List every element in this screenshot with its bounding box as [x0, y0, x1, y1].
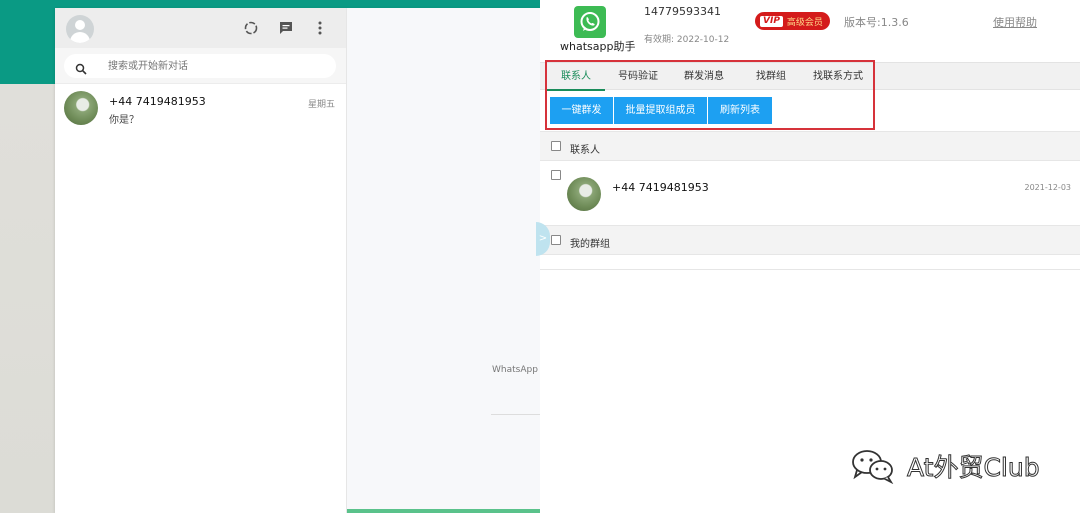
contact-date: 2021-12-03 — [1024, 183, 1072, 192]
account-phone: 14779593341 — [644, 5, 721, 18]
help-link[interactable]: 使用帮助 — [993, 14, 1037, 30]
chat-list-panel: +44 7419481953 你是？ 星期五 — [55, 8, 347, 513]
vip-badge: VIP 高级会员 — [755, 12, 830, 30]
version-label: 版本号:1.3.6 — [844, 16, 909, 29]
whatsapp-logo-icon — [574, 6, 606, 38]
tab-number-verify[interactable]: 号码验证 — [612, 63, 664, 90]
chat-list-header — [55, 8, 346, 48]
groups-section-label: 我的群组 — [570, 239, 610, 250]
watermark-text: At外贸Club — [907, 453, 1041, 483]
vip-label: 高级会员 — [786, 17, 823, 28]
contact-checkbox[interactable] — [551, 170, 561, 180]
select-all-contacts-checkbox[interactable] — [551, 141, 561, 151]
app-name: whatsapp助手 — [560, 40, 636, 53]
tab-bulk-message[interactable]: 群发消息 — [678, 63, 730, 90]
contact-name: +44 7419481953 — [612, 181, 709, 194]
refresh-list-button[interactable]: 刷新列表 — [708, 97, 772, 124]
search-input[interactable] — [64, 54, 336, 78]
chat-list-item[interactable]: +44 7419481953 你是？ 星期五 — [55, 88, 346, 136]
extract-members-button[interactable]: 批量提取组成员 — [614, 97, 707, 124]
divider — [491, 414, 540, 415]
search-bar — [55, 48, 346, 84]
contact-avatar — [64, 91, 98, 125]
status-icon[interactable] — [243, 20, 259, 36]
new-chat-icon[interactable] — [278, 20, 294, 36]
tab-find-contacts[interactable]: 找联系方式 — [810, 63, 866, 90]
tab-contacts[interactable]: 联系人 — [547, 63, 605, 91]
contacts-section-header: 联系人 — [540, 131, 1080, 161]
tab-bar: 联系人 号码验证 群发消息 找群组 找联系方式 — [540, 62, 1080, 91]
search-icon — [75, 60, 87, 75]
tab-find-groups[interactable]: 找群组 — [747, 63, 795, 90]
watermark: At外贸Club — [851, 446, 1051, 486]
whatsapp-web-window: +44 7419481953 你是？ 星期五 WhatsApp — [55, 8, 540, 513]
vip-tag: VIP — [760, 15, 783, 27]
bulk-send-button[interactable]: 一键群发 — [550, 97, 613, 124]
intro-text: WhatsApp — [492, 365, 538, 375]
list-divider — [540, 269, 1080, 270]
chat-time: 星期五 — [307, 100, 335, 110]
valid-until: 有效期: 2022-10-12 — [644, 35, 730, 45]
groups-section-header: 我的群组 — [540, 225, 1080, 255]
chat-last-message: 你是？ — [109, 115, 139, 126]
bottom-accent-bar — [347, 509, 540, 513]
chat-name: +44 7419481953 — [109, 95, 206, 108]
wechat-logo-icon — [851, 448, 895, 485]
profile-avatar[interactable] — [66, 15, 94, 43]
conversation-panel: WhatsApp — [347, 8, 540, 513]
contacts-section-label: 联系人 — [570, 145, 600, 156]
contact-avatar — [567, 177, 601, 211]
select-all-groups-checkbox[interactable] — [551, 235, 561, 245]
menu-icon[interactable] — [312, 20, 328, 36]
whatsapp-helper-panel: whatsapp助手 14779593341 有效期: 2022-10-12 V… — [536, 0, 1080, 513]
contact-row[interactable]: +44 7419481953 2021-12-03 — [540, 168, 1080, 224]
